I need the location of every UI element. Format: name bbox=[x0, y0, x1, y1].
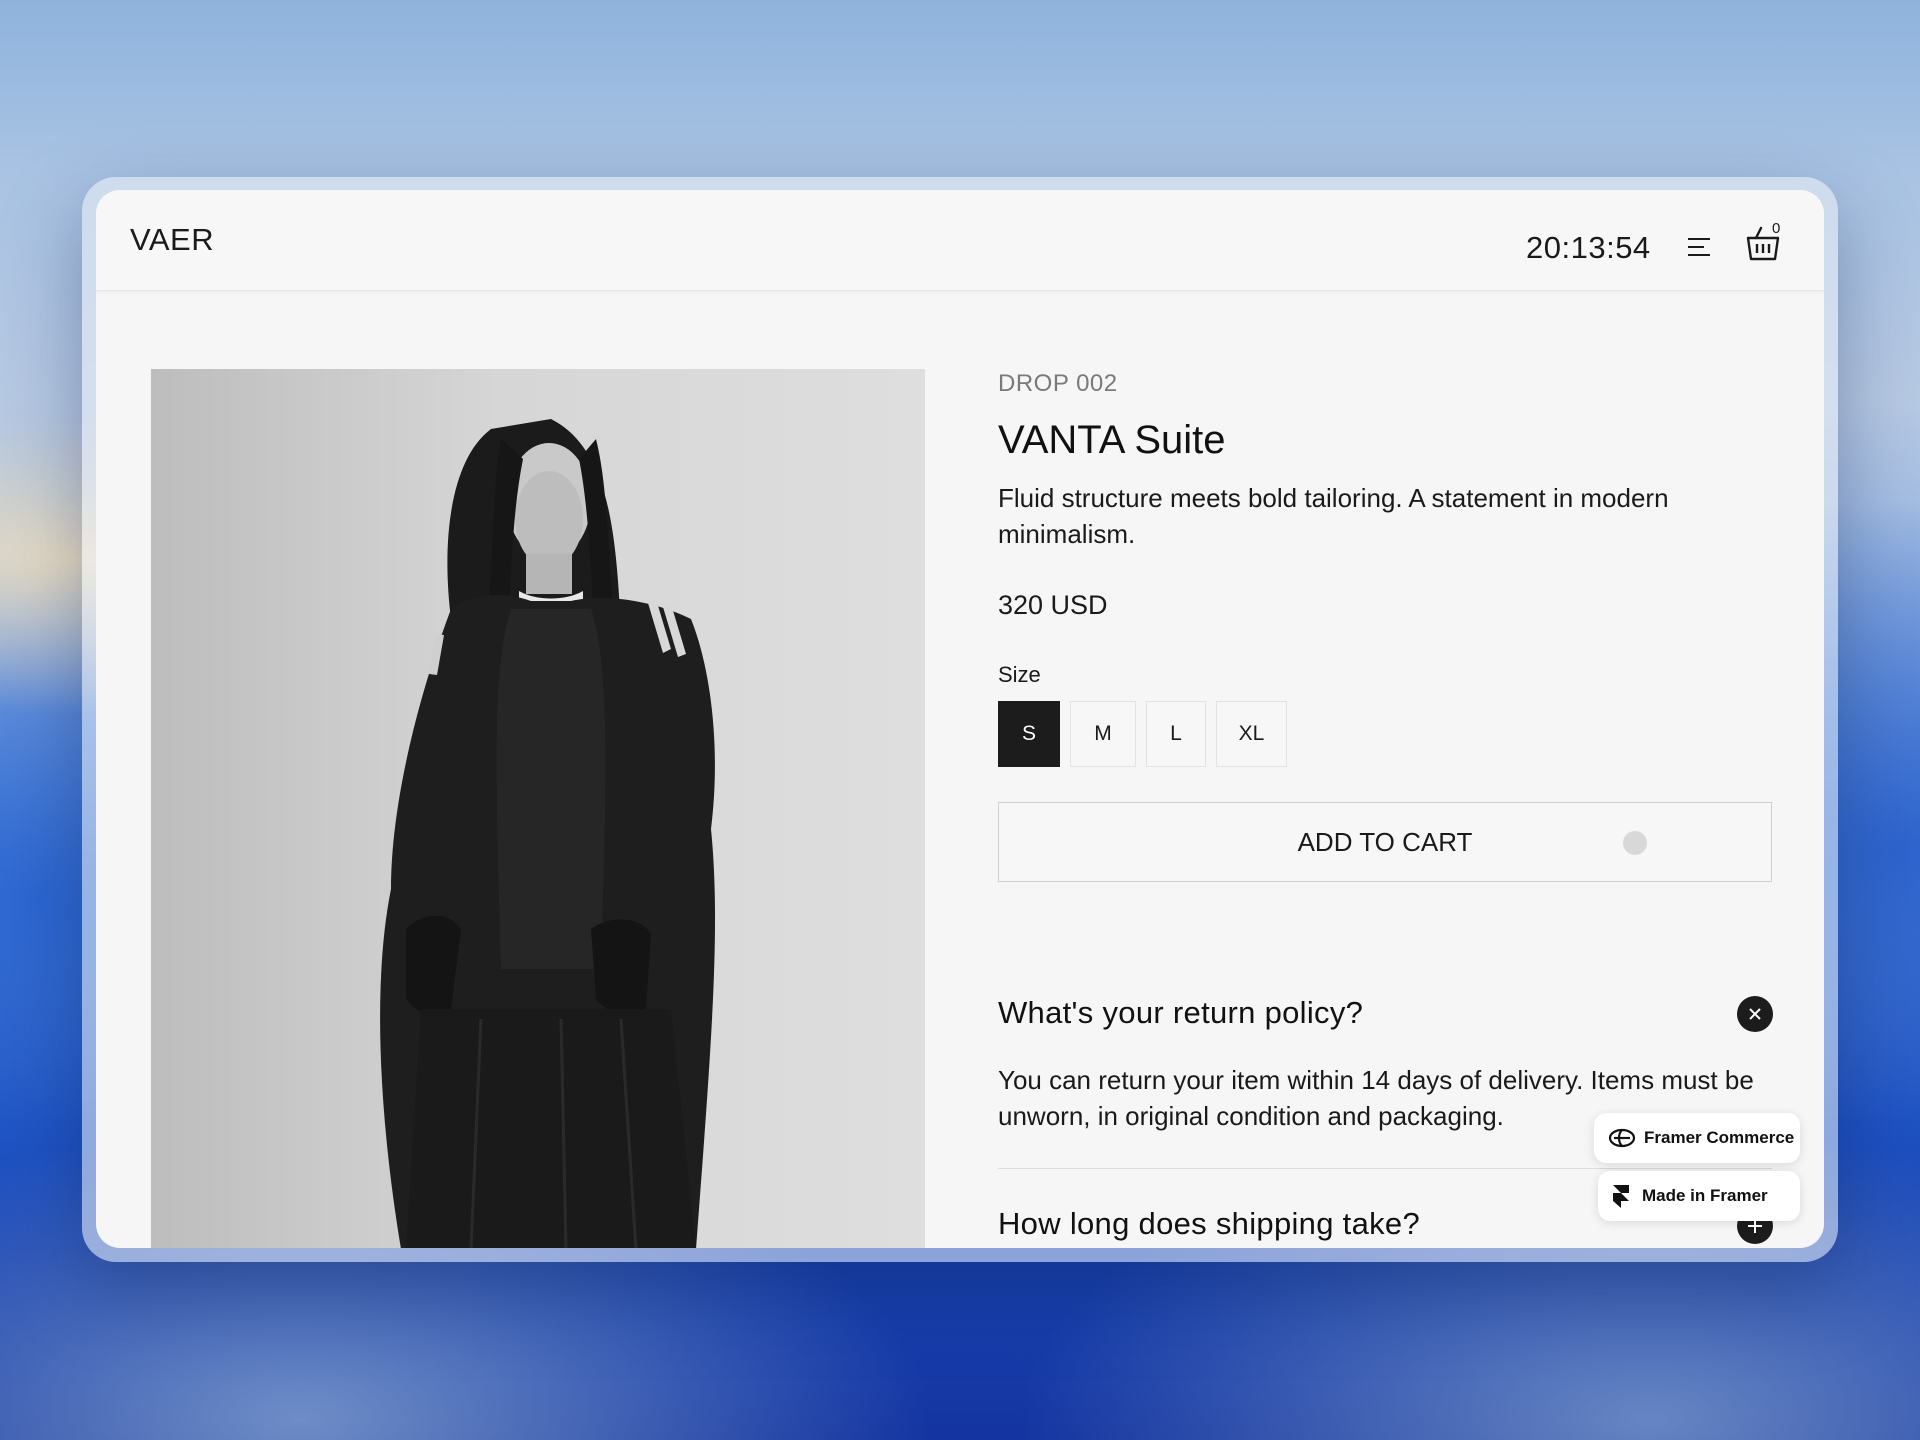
framer-commerce-label: Framer Commerce bbox=[1644, 1128, 1795, 1147]
model-photo bbox=[380, 419, 716, 1248]
faq-question-returns[interactable]: What's your return policy? bbox=[998, 995, 1363, 1031]
menu-icon[interactable] bbox=[1686, 234, 1712, 260]
clock: 20:13:54 bbox=[1526, 230, 1651, 265]
add-to-cart-button[interactable]: ADD TO CART bbox=[998, 802, 1772, 882]
status-dot-icon bbox=[1623, 831, 1647, 855]
product-image bbox=[151, 369, 925, 1248]
cart-count: 0 bbox=[1772, 220, 1781, 237]
size-label: Size bbox=[998, 662, 1041, 687]
top-bar: VAER 20:13:54 0 bbox=[96, 190, 1824, 291]
product-price: 320 USD bbox=[998, 590, 1108, 620]
made-in-framer-label: Made in Framer bbox=[1642, 1186, 1768, 1205]
product-description: Fluid structure meets bold tailoring. A … bbox=[998, 483, 1669, 549]
framer-commerce-icon bbox=[1608, 1128, 1636, 1148]
made-in-framer-badge[interactable]: Made in Framer bbox=[1598, 1171, 1800, 1221]
close-icon[interactable] bbox=[1737, 996, 1773, 1032]
brand-logo[interactable]: VAER bbox=[130, 222, 214, 258]
size-option-l[interactable]: L bbox=[1146, 701, 1206, 767]
framer-commerce-badge[interactable]: Framer Commerce bbox=[1594, 1113, 1800, 1163]
browser-window: VAER 20:13:54 0 DROP 002 VANTA Suite Flu… bbox=[96, 190, 1824, 1248]
framer-logo-icon bbox=[1613, 1185, 1629, 1208]
size-option-xl[interactable]: XL bbox=[1216, 701, 1287, 767]
faq-divider bbox=[998, 1168, 1772, 1169]
add-to-cart-label: ADD TO CART bbox=[1297, 826, 1473, 857]
faq-question-shipping[interactable]: How long does shipping take? bbox=[998, 1206, 1420, 1242]
size-option-s[interactable]: S bbox=[998, 701, 1060, 767]
drop-label: DROP 002 bbox=[998, 370, 1118, 397]
product-title: VANTA Suite bbox=[998, 418, 1226, 462]
size-option-m[interactable]: M bbox=[1070, 701, 1136, 767]
size-selector: S M L XL bbox=[998, 701, 1297, 767]
